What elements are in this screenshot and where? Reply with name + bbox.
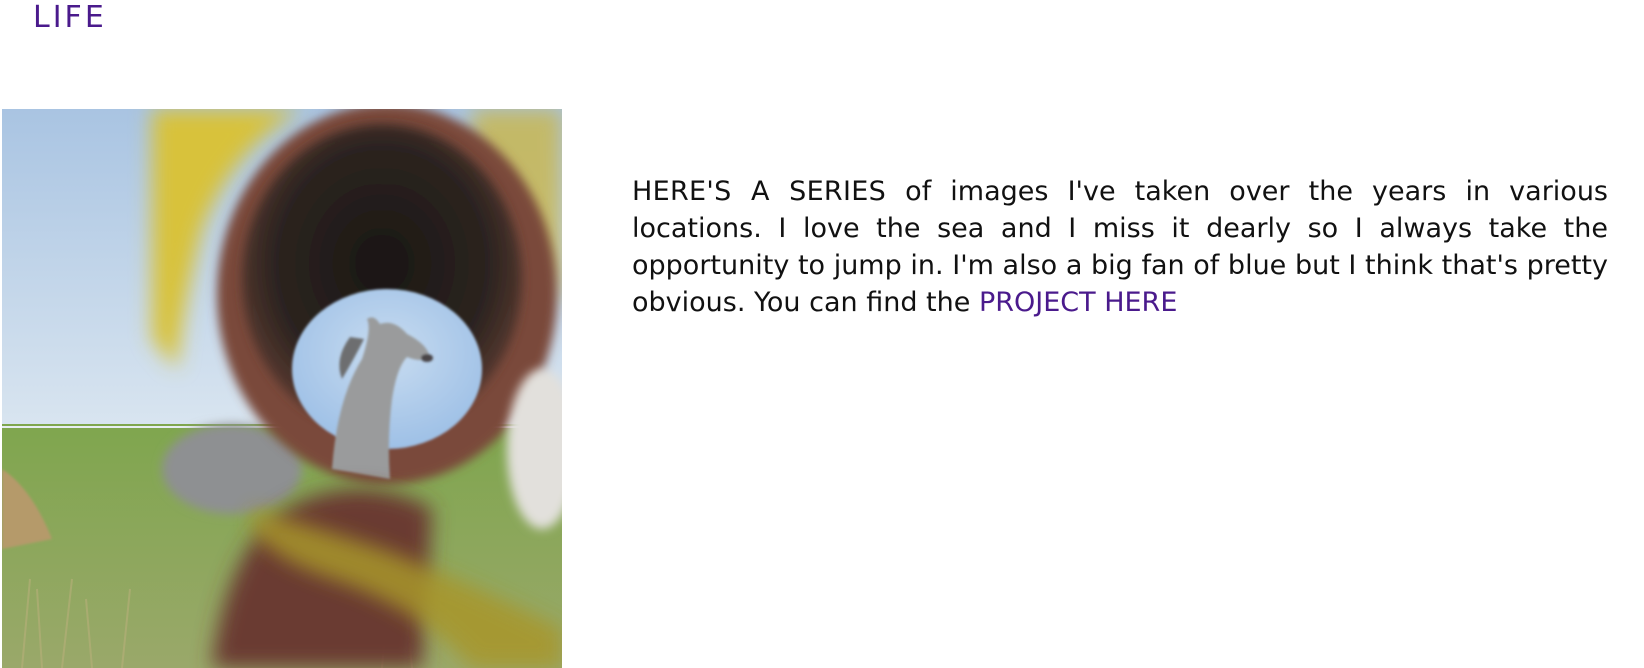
horse-through-tube-photo xyxy=(2,109,562,668)
series-description: HERE'S A SERIES of images I've taken ove… xyxy=(632,173,1608,321)
project-link[interactable]: PROJECT HERE xyxy=(979,287,1177,318)
page-title: LIFE xyxy=(33,0,107,35)
series-lead: HERE'S A SERIES xyxy=(632,176,887,207)
